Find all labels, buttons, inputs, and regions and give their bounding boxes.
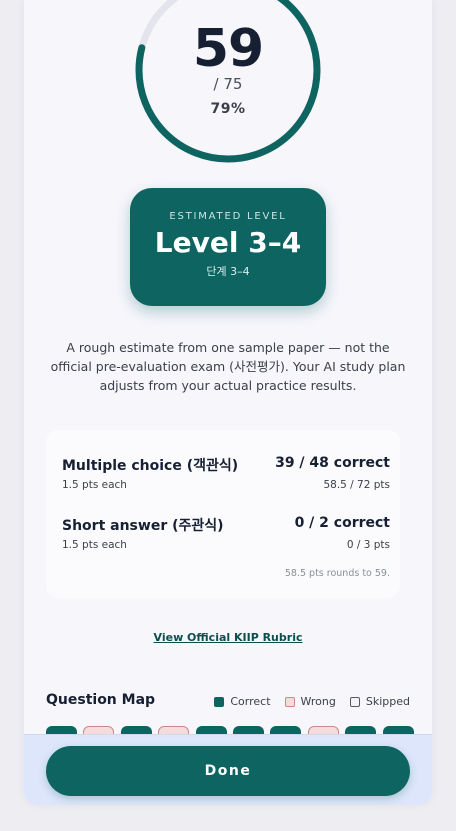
breakdown-sub: 1.5 pts each (62, 479, 127, 491)
score-breakdown: Multiple choice (객관식) 1.5 pts each 39 / … (46, 430, 400, 598)
results-screen: 59 / 75 79% ESTIMATED LEVEL Level 3–4 단계… (24, 0, 432, 805)
estimated-level-card: ESTIMATED LEVEL Level 3–4 단계 3–4 (130, 188, 326, 306)
disclaimer-text: A rough estimate from one sample paper —… (50, 340, 406, 393)
footer-bar: Done (24, 734, 432, 805)
estimated-level-label: ESTIMATED LEVEL (169, 211, 287, 222)
legend-wrong: Wrong (284, 695, 336, 708)
breakdown-points: 58.5 / 72 pts (323, 479, 390, 491)
legend-correct-label: Correct (230, 695, 271, 708)
breakdown-result: 0 / 2 correct (294, 515, 390, 531)
score-total: / 75 (213, 75, 243, 93)
question-map-legend: Correct Wrong Skipped (214, 695, 410, 708)
question-map-title: Question Map (46, 692, 156, 708)
legend-wrong-label: Wrong (300, 695, 336, 708)
view-rubric-link[interactable]: View Official KIIP Rubric (24, 631, 432, 644)
score-value: 59 (192, 19, 264, 79)
breakdown-title: Short answer (주관식) (62, 518, 224, 534)
legend-skipped: Skipped (349, 695, 410, 708)
breakdown-row-multiple-choice: Multiple choice (객관식) 1.5 pts each 39 / … (62, 455, 390, 495)
breakdown-title: Multiple choice (객관식) (62, 458, 239, 474)
wrong-swatch-icon (284, 696, 295, 707)
legend-correct: Correct (214, 695, 271, 708)
estimated-level-korean: 단계 3–4 (206, 265, 250, 278)
skipped-swatch-icon (349, 696, 360, 707)
correct-swatch-icon (214, 696, 225, 707)
estimated-level-value: Level 3–4 (154, 226, 302, 259)
breakdown-row-short-answer: Short answer (주관식) 1.5 pts each 0 / 2 co… (62, 515, 390, 555)
done-button[interactable]: Done (46, 746, 410, 796)
rounding-note: 58.5 pts rounds to 59. (284, 568, 390, 579)
score-percent: 79% (210, 101, 246, 117)
breakdown-points: 0 / 3 pts (346, 539, 390, 551)
legend-skipped-label: Skipped (365, 695, 410, 708)
breakdown-result: 39 / 48 correct (275, 455, 390, 471)
breakdown-sub: 1.5 pts each (62, 539, 127, 551)
